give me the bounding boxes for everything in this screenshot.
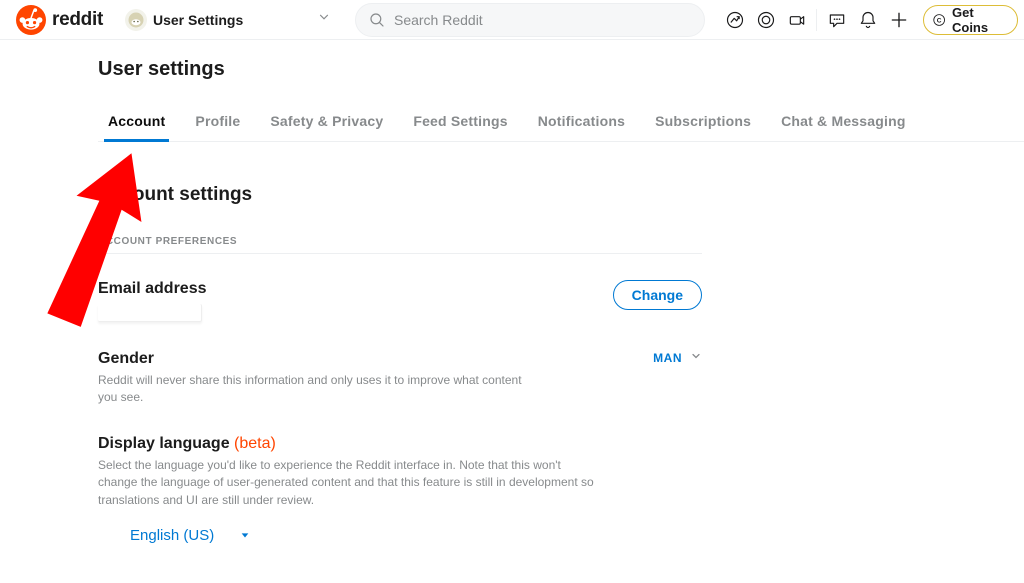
header-separator bbox=[816, 9, 817, 31]
email-value-redacted bbox=[98, 304, 202, 322]
reddit-wordmark: reddit bbox=[52, 9, 103, 31]
tab-notifications[interactable]: Notifications bbox=[538, 101, 625, 141]
tab-chat-messaging[interactable]: Chat & Messaging bbox=[781, 101, 906, 141]
chevron-down-icon bbox=[317, 10, 331, 29]
create-post-icon[interactable] bbox=[886, 5, 913, 35]
caret-down-icon bbox=[240, 530, 250, 540]
header-actions: C Get Coins bbox=[721, 5, 1018, 35]
get-coins-label: Get Coins bbox=[952, 5, 1007, 35]
beta-tag: (beta) bbox=[234, 435, 276, 452]
search-input[interactable] bbox=[394, 12, 692, 28]
popular-icon[interactable] bbox=[721, 5, 748, 35]
account-preferences-heading: ACCOUNT PREFERENCES bbox=[98, 236, 702, 254]
row-display-language: Display language (beta) Select the langu… bbox=[98, 435, 702, 545]
coin-icon: C bbox=[932, 12, 946, 28]
row-email: Email address Change bbox=[98, 280, 702, 322]
snoo-avatar-icon bbox=[125, 9, 147, 31]
notifications-icon[interactable] bbox=[854, 5, 881, 35]
svg-text:C: C bbox=[936, 17, 941, 24]
email-label: Email address bbox=[98, 280, 207, 298]
language-label: Display language (beta) bbox=[98, 435, 598, 453]
gender-label: Gender bbox=[98, 350, 528, 368]
row-gender: Gender Reddit will never share this info… bbox=[98, 350, 702, 407]
settings-content: Account settings ACCOUNT PREFERENCES Ema… bbox=[98, 184, 702, 583]
gender-value: MAN bbox=[653, 351, 682, 365]
change-email-button[interactable]: Change bbox=[613, 280, 702, 310]
tab-subscriptions[interactable]: Subscriptions bbox=[655, 101, 751, 141]
section-title: Account settings bbox=[98, 184, 702, 206]
gender-desc: Reddit will never share this information… bbox=[98, 372, 528, 407]
nav-dropdown-label: User Settings bbox=[153, 12, 243, 28]
tab-feed-settings[interactable]: Feed Settings bbox=[413, 101, 507, 141]
app-header: reddit User Settings bbox=[0, 0, 1024, 40]
nav-dropdown[interactable]: User Settings bbox=[119, 4, 339, 36]
tab-account[interactable]: Account bbox=[108, 101, 165, 141]
shield-icon[interactable] bbox=[783, 5, 810, 35]
language-value: English (US) bbox=[130, 527, 214, 544]
search-icon bbox=[368, 11, 386, 29]
reddit-logo[interactable]: reddit bbox=[16, 5, 103, 35]
language-select[interactable]: English (US) bbox=[130, 527, 250, 544]
snoo-icon bbox=[16, 5, 46, 35]
tab-profile[interactable]: Profile bbox=[195, 101, 240, 141]
tab-safety-privacy[interactable]: Safety & Privacy bbox=[270, 101, 383, 141]
page-title: User settings bbox=[98, 58, 1024, 81]
coin-balance-icon[interactable] bbox=[752, 5, 779, 35]
chat-icon[interactable] bbox=[823, 5, 850, 35]
gender-select[interactable]: MAN bbox=[653, 350, 702, 365]
settings-tabs: Account Profile Safety & Privacy Feed Se… bbox=[98, 101, 1024, 142]
chevron-down-icon bbox=[690, 350, 702, 365]
get-coins-button[interactable]: C Get Coins bbox=[923, 5, 1018, 35]
search-bar[interactable] bbox=[355, 3, 705, 37]
language-desc: Select the language you'd like to experi… bbox=[98, 457, 598, 509]
